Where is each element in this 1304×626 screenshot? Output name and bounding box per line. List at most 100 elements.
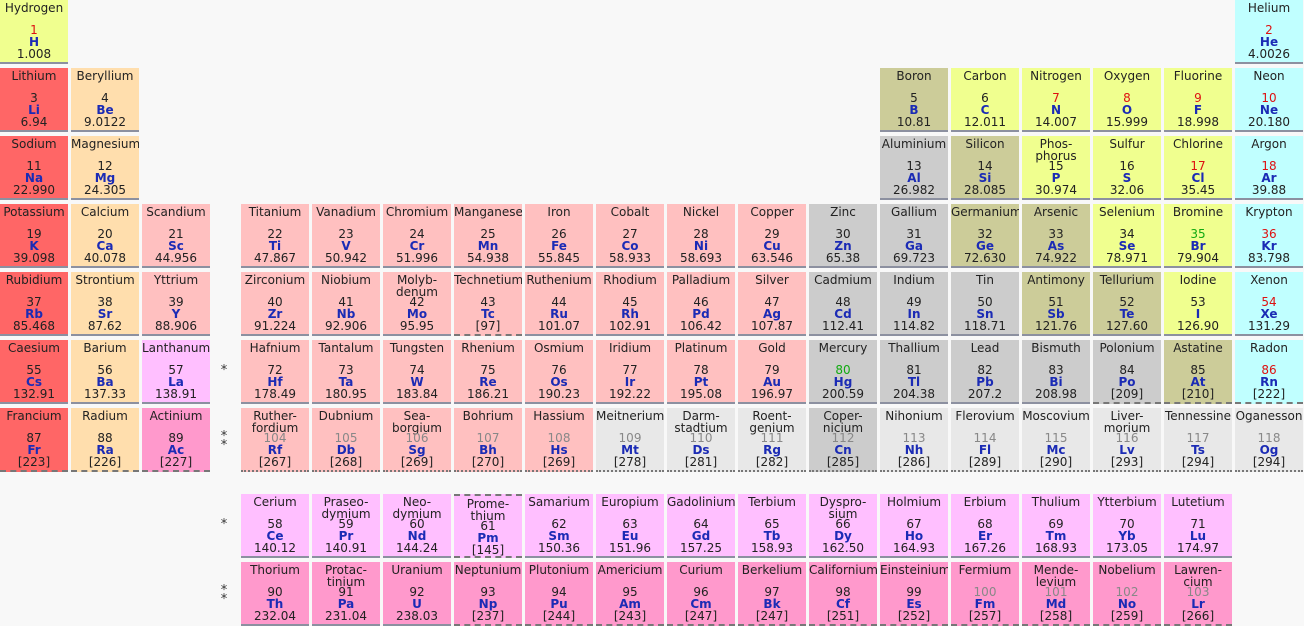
element-cell-nb[interactable]: Niobium 41 Nb 92.906	[312, 272, 380, 336]
element-cell-pa[interactable]: Protac- tinium 91 Pa 231.04	[312, 562, 380, 626]
element-cell-u[interactable]: Uranium 92 U 238.03	[383, 562, 451, 626]
element-cell-s[interactable]: Sulfur 16 S 32.06	[1093, 136, 1161, 200]
element-cell-tm[interactable]: Thulium 69 Tm 168.93	[1022, 494, 1090, 558]
element-cell-li[interactable]: Lithium 3 Li 6.94	[0, 68, 68, 132]
element-cell-co[interactable]: Cobalt 27 Co 58.933	[596, 204, 664, 268]
element-cell-am[interactable]: Americium 95 Am [243]	[596, 562, 664, 626]
element-cell-as[interactable]: Arsenic 33 As 74.922	[1022, 204, 1090, 268]
element-cell-mo[interactable]: Molyb- denum 42 Mo 95.95	[383, 272, 451, 336]
element-cell-sn[interactable]: Tin 50 Sn 118.71	[951, 272, 1019, 336]
element-cell-ni[interactable]: Nickel 28 Ni 58.693	[667, 204, 735, 268]
element-cell-hf[interactable]: Hafnium 72 Hf 178.49	[241, 340, 309, 404]
element-cell-sb[interactable]: Antimony 51 Sb 121.76	[1022, 272, 1090, 336]
element-cell-np[interactable]: Neptunium 93 Np [237]	[454, 562, 522, 626]
element-cell-ac[interactable]: Actinium 89 Ac [227]	[142, 408, 210, 472]
element-cell-y[interactable]: Yttrium 39 Y 88.906	[142, 272, 210, 336]
element-cell-ge[interactable]: Germanium 32 Ge 72.630	[951, 204, 1019, 268]
element-cell-os[interactable]: Osmium 76 Os 190.23	[525, 340, 593, 404]
element-cell-at[interactable]: Astatine 85 At [210]	[1164, 340, 1232, 404]
element-cell-nd[interactable]: Neo- dymium 60 Nd 144.24	[383, 494, 451, 558]
element-cell-zn[interactable]: Zinc 30 Zn 65.38	[809, 204, 877, 268]
element-cell-p[interactable]: Phos- phorus 15 P 30.974	[1022, 136, 1090, 200]
element-cell-br[interactable]: Bromine 35 Br 79.904	[1164, 204, 1232, 268]
element-cell-es[interactable]: Einsteinium 99 Es [252]	[880, 562, 948, 626]
element-cell-no[interactable]: Nobelium 102 No [259]	[1093, 562, 1161, 626]
element-cell-v[interactable]: Vanadium 23 V 50.942	[312, 204, 380, 268]
element-cell-lu[interactable]: Lutetium 71 Lu 174.97	[1164, 494, 1232, 558]
element-cell-th[interactable]: Thorium 90 Th 232.04	[241, 562, 309, 626]
element-cell-ta[interactable]: Tantalum 73 Ta 180.95	[312, 340, 380, 404]
element-cell-mt[interactable]: Meitnerium 109 Mt [278]	[596, 408, 664, 472]
element-cell-ar[interactable]: Argon 18 Ar 39.88	[1235, 136, 1303, 200]
element-cell-na[interactable]: Sodium 11 Na 22.990	[0, 136, 68, 200]
element-cell-ir[interactable]: Iridium 77 Ir 192.22	[596, 340, 664, 404]
element-cell-au[interactable]: Gold 79 Au 196.97	[738, 340, 806, 404]
element-cell-ga[interactable]: Gallium 31 Ga 69.723	[880, 204, 948, 268]
element-cell-cf[interactable]: Californium 98 Cf [251]	[809, 562, 877, 626]
element-cell-yb[interactable]: Ytterbium 70 Yb 173.05	[1093, 494, 1161, 558]
element-cell-ti[interactable]: Titanium 22 Ti 47.867	[241, 204, 309, 268]
element-cell-nh[interactable]: Nihonium 113 Nh [286]	[880, 408, 948, 472]
element-cell-ag[interactable]: Silver 47 Ag 107.87	[738, 272, 806, 336]
element-cell-hs[interactable]: Hassium 108 Hs [269]	[525, 408, 593, 472]
element-cell-he[interactable]: Helium 2 He 4.0026	[1235, 0, 1303, 64]
element-cell-ds[interactable]: Darm- stadtium 110 Ds [281]	[667, 408, 735, 472]
element-cell-mg[interactable]: Magnesium 12 Mg 24.305	[71, 136, 139, 200]
element-cell-tb[interactable]: Terbium 65 Tb 158.93	[738, 494, 806, 558]
element-cell-re[interactable]: Rhenium 75 Re 186.21	[454, 340, 522, 404]
element-cell-ce[interactable]: Cerium 58 Ce 140.12	[241, 494, 309, 558]
element-cell-cl[interactable]: Chlorine 17 Cl 35.45	[1164, 136, 1232, 200]
element-cell-sr[interactable]: Strontium 38 Sr 87.62	[71, 272, 139, 336]
element-cell-rn[interactable]: Radon 86 Rn [222]	[1235, 340, 1303, 404]
element-cell-ra[interactable]: Radium 88 Ra [226]	[71, 408, 139, 472]
element-cell-cr[interactable]: Chromium 24 Cr 51.996	[383, 204, 451, 268]
element-cell-cs[interactable]: Caesium 55 Cs 132.91	[0, 340, 68, 404]
element-cell-ts[interactable]: Tennessine 117 Ts [294]	[1164, 408, 1232, 472]
element-cell-be[interactable]: Beryllium 4 Be 9.0122	[71, 68, 139, 132]
element-cell-rb[interactable]: Rubidium 37 Rb 85.468	[0, 272, 68, 336]
element-cell-po[interactable]: Polonium 84 Po [209]	[1093, 340, 1161, 404]
element-cell-ne[interactable]: Neon 10 Ne 20.180	[1235, 68, 1303, 132]
element-cell-c[interactable]: Carbon 6 C 12.011	[951, 68, 1019, 132]
element-cell-si[interactable]: Silicon 14 Si 28.085	[951, 136, 1019, 200]
element-cell-cu[interactable]: Copper 29 Cu 63.546	[738, 204, 806, 268]
element-cell-fr[interactable]: Francium 87 Fr [223]	[0, 408, 68, 472]
element-cell-al[interactable]: Aluminium 13 Al 26.982	[880, 136, 948, 200]
element-cell-w[interactable]: Tungsten 74 W 183.84	[383, 340, 451, 404]
element-cell-pb[interactable]: Lead 82 Pb 207.2	[951, 340, 1019, 404]
element-cell-gd[interactable]: Gadolinium 64 Gd 157.25	[667, 494, 735, 558]
element-cell-h[interactable]: Hydrogen 1 H 1.008	[0, 0, 68, 64]
element-cell-bh[interactable]: Bohrium 107 Bh [270]	[454, 408, 522, 472]
element-cell-rh[interactable]: Rhodium 45 Rh 102.91	[596, 272, 664, 336]
element-cell-n[interactable]: Nitrogen 7 N 14.007	[1022, 68, 1090, 132]
element-cell-rg[interactable]: Roent- genium 111 Rg [282]	[738, 408, 806, 472]
element-cell-bi[interactable]: Bismuth 83 Bi 208.98	[1022, 340, 1090, 404]
element-cell-f[interactable]: Fluorine 9 F 18.998	[1164, 68, 1232, 132]
element-cell-lv[interactable]: Liver- morium 116 Lv [293]	[1093, 408, 1161, 472]
element-cell-b[interactable]: Boron 5 B 10.81	[880, 68, 948, 132]
element-cell-tc[interactable]: Technetium 43 Tc [97]	[454, 272, 522, 336]
element-cell-fe[interactable]: Iron 26 Fe 55.845	[525, 204, 593, 268]
element-cell-ba[interactable]: Barium 56 Ba 137.33	[71, 340, 139, 404]
element-cell-o[interactable]: Oxygen 8 O 15.999	[1093, 68, 1161, 132]
element-cell-in[interactable]: Indium 49 In 114.82	[880, 272, 948, 336]
element-cell-pm[interactable]: Prome- thium 61 Pm [145]	[454, 494, 522, 558]
element-cell-ca[interactable]: Calcium 20 Ca 40.078	[71, 204, 139, 268]
element-cell-la[interactable]: Lanthanum 57 La 138.91	[142, 340, 210, 404]
element-cell-se[interactable]: Selenium 34 Se 78.971	[1093, 204, 1161, 268]
element-cell-ru[interactable]: Ruthenium 44 Ru 101.07	[525, 272, 593, 336]
element-cell-ho[interactable]: Holmium 67 Ho 164.93	[880, 494, 948, 558]
element-cell-eu[interactable]: Europium 63 Eu 151.96	[596, 494, 664, 558]
element-cell-pu[interactable]: Plutonium 94 Pu [244]	[525, 562, 593, 626]
element-cell-tl[interactable]: Thallium 81 Tl 204.38	[880, 340, 948, 404]
element-cell-sm[interactable]: Samarium 62 Sm 150.36	[525, 494, 593, 558]
element-cell-fm[interactable]: Fermium 100 Fm [257]	[951, 562, 1019, 626]
element-cell-db[interactable]: Dubnium 105 Db [268]	[312, 408, 380, 472]
element-cell-fl[interactable]: Flerovium 114 Fl [289]	[951, 408, 1019, 472]
element-cell-lr[interactable]: Lawren- cium 103 Lr [266]	[1164, 562, 1232, 626]
element-cell-k[interactable]: Potassium 19 K 39.098	[0, 204, 68, 268]
element-cell-cd[interactable]: Cadmium 48 Cd 112.41	[809, 272, 877, 336]
element-cell-og[interactable]: Oganesson 118 Og [294]	[1235, 408, 1303, 472]
element-cell-dy[interactable]: Dyspro- sium 66 Dy 162.50	[809, 494, 877, 558]
element-cell-zr[interactable]: Zirconium 40 Zr 91.224	[241, 272, 309, 336]
